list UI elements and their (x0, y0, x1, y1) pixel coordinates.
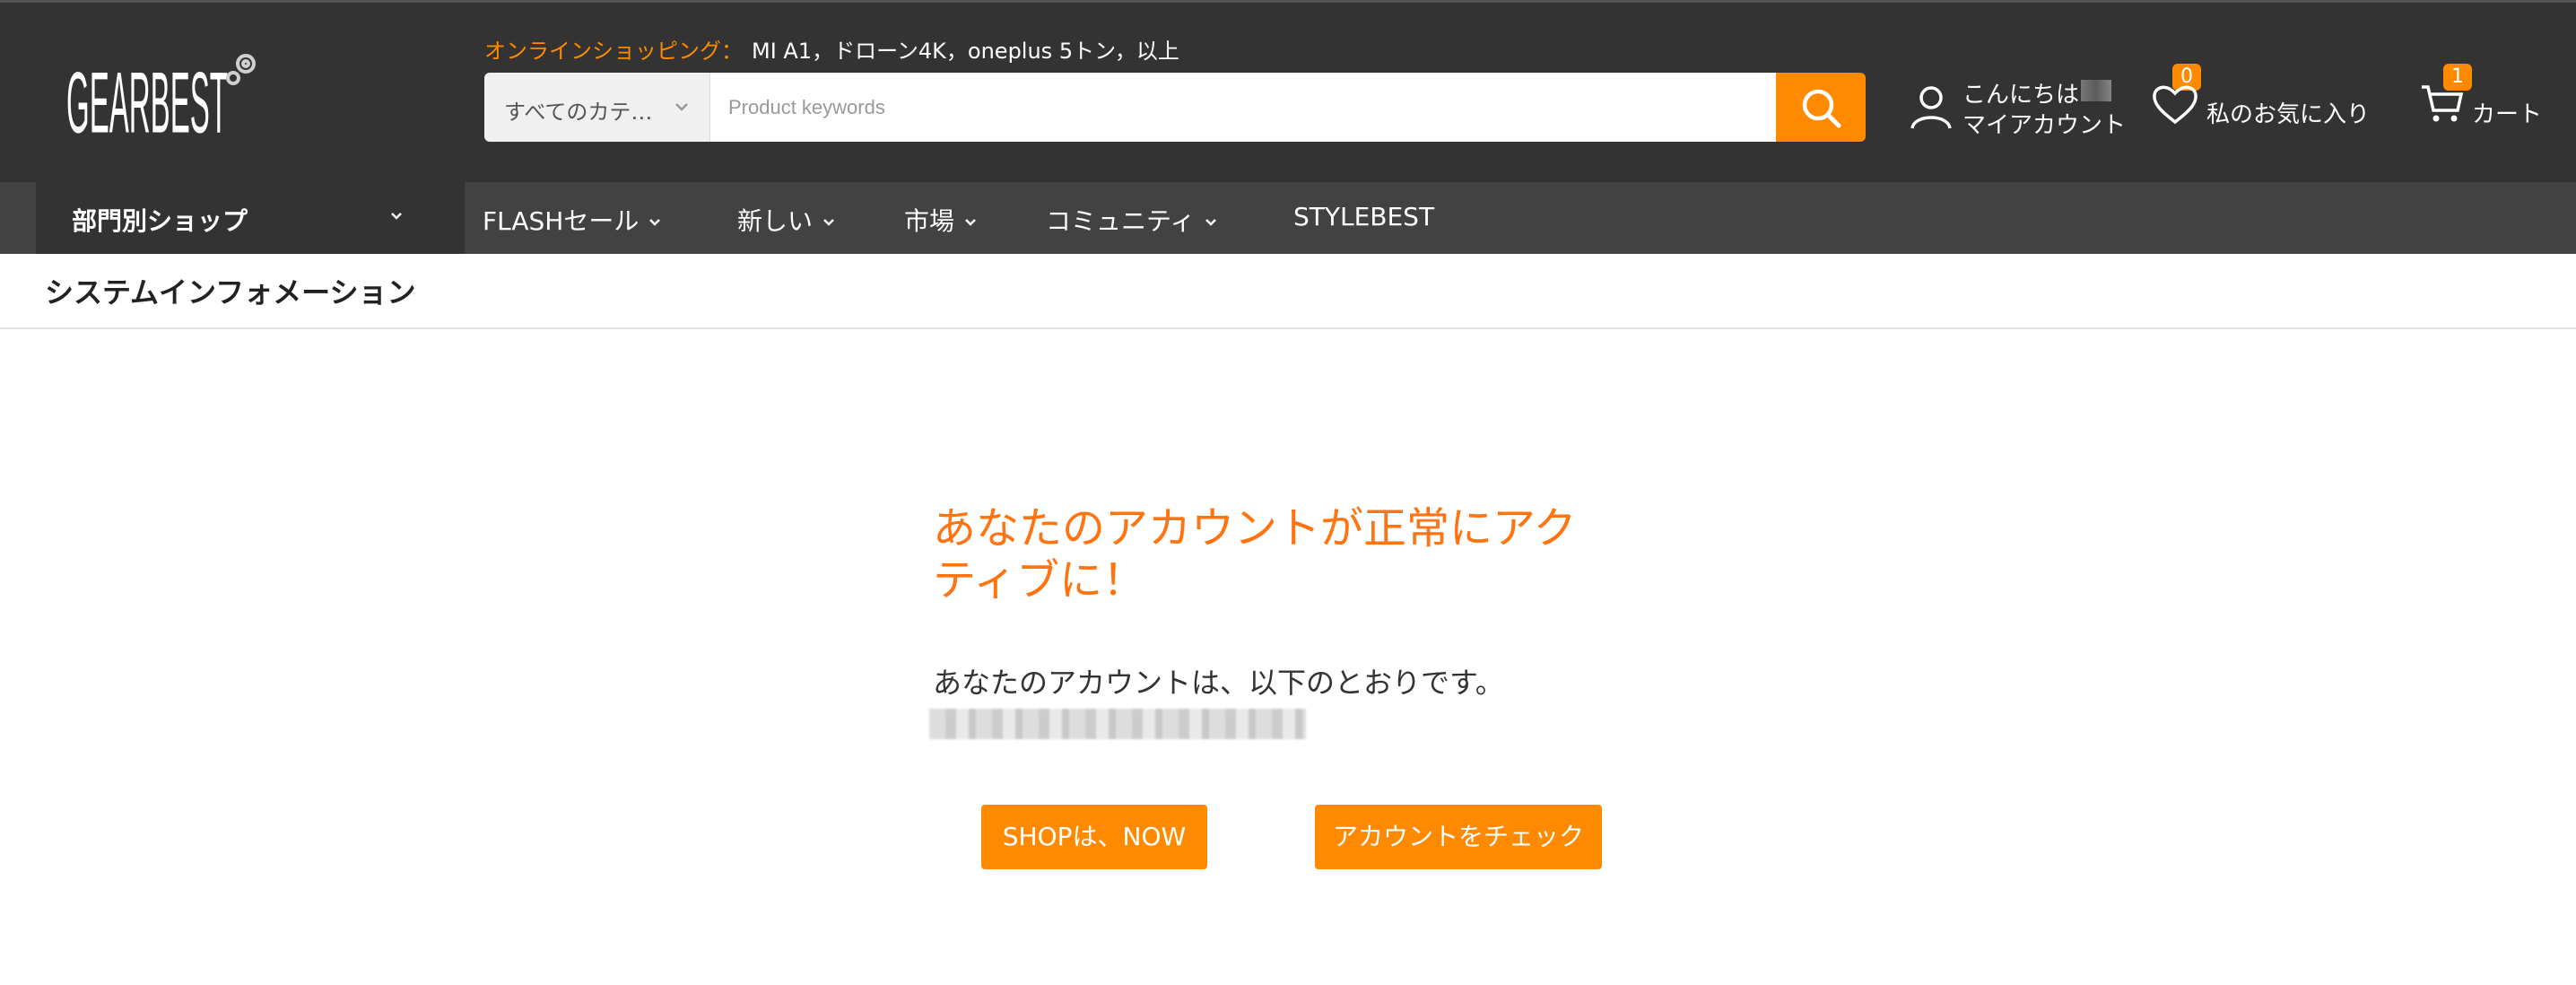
department-menu[interactable]: 部門別ショップ (36, 182, 465, 254)
search-icon (1802, 89, 1841, 128)
nav-item-community[interactable]: コミュニティ (1046, 202, 1220, 238)
hot-searches-keywords[interactable]: MI A1，ドローン4K，oneplus 5トン，以上 (752, 39, 1179, 64)
nav-item-market[interactable]: 市場 (904, 202, 979, 238)
gearbest-logo[interactable]: GEARBEST (65, 40, 262, 152)
activation-message: あなたのアカウントが正常にアクティブに！ (933, 503, 1577, 606)
nav-item-new[interactable]: 新しい (737, 202, 838, 238)
user-icon (1910, 86, 1952, 129)
search-button[interactable] (1776, 73, 1866, 142)
nav-item-label: FLASHセール (483, 206, 640, 236)
department-menu-label: 部門別ショップ (72, 206, 248, 236)
shop-now-button[interactable]: SHOPは、NOW (981, 805, 1207, 869)
search-bar: すべてのカテ… (484, 73, 1866, 142)
redacted-email (929, 709, 1306, 739)
nav-item-label: 新しい (737, 206, 814, 236)
category-select-value: すべてのカテ… (504, 100, 653, 125)
nav-item-label: STYLEBEST (1293, 202, 1435, 231)
redacted-username (2081, 80, 2111, 101)
logo-wordmark: GEARBEST (66, 56, 228, 148)
nav-item-label: 市場 (904, 206, 955, 236)
chevron-down-icon (649, 219, 661, 226)
site-header: GEARBEST オンラインショッピング： MI A1，ドローン4K，oneplu… (0, 0, 2576, 182)
chevron-down-icon (823, 219, 834, 226)
gear-icon (226, 54, 256, 85)
chevron-down-icon (1205, 219, 1217, 226)
hot-searches: オンラインショッピング： MI A1，ドローン4K，oneplus 5トン，以上 (484, 33, 1179, 65)
chevron-down-icon (675, 103, 688, 111)
search-input[interactable] (710, 73, 1812, 142)
wishlist-link[interactable]: 0 私のお気に入り (2151, 64, 2384, 135)
account-menu[interactable]: こんにちは マイアカウント (1909, 76, 2133, 139)
chevron-down-icon (391, 213, 402, 220)
cart-link[interactable]: 1 カート (2420, 64, 2563, 135)
account-greeting: こんにちは (1962, 82, 2080, 109)
nav-item-stylebest[interactable]: STYLEBEST (1293, 202, 1434, 231)
page-title: システムインフォメーション (45, 275, 416, 309)
check-account-button[interactable]: アカウントをチェック (1315, 805, 1602, 869)
nav-item-label: コミュニティ (1046, 206, 1196, 236)
account-label[interactable]: マイアカウント (1962, 107, 2126, 140)
chevron-down-icon (965, 219, 976, 226)
wishlist-label: 私のお気に入り (2206, 101, 2371, 128)
nav-item-flash-sale[interactable]: FLASHセール (483, 202, 664, 238)
heart-icon (2153, 85, 2197, 125)
hot-searches-label: オンラインショッピング： (484, 39, 743, 64)
category-select[interactable]: すべてのカテ… (484, 73, 710, 142)
account-info-text: あなたのアカウントは、以下のとおりです。 (933, 666, 1504, 700)
main-nav: 部門別ショップ FLASHセール 新しい 市場 コミュニティ STYLEBEST (0, 182, 2576, 254)
page-title-bar: システムインフォメーション (0, 254, 2576, 329)
cart-label: カート (2472, 101, 2543, 128)
cart-icon (2422, 85, 2464, 122)
logo-graphic: GEARBEST (66, 54, 256, 152)
